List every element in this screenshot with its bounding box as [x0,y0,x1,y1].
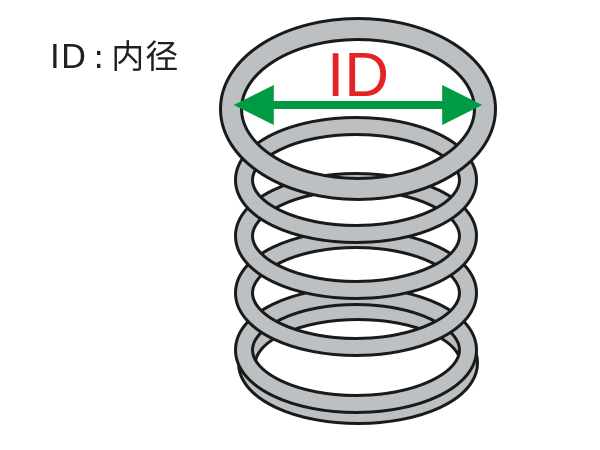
dimension-label: ID [327,41,389,110]
coil-spring-diagram: ID [219,17,497,425]
